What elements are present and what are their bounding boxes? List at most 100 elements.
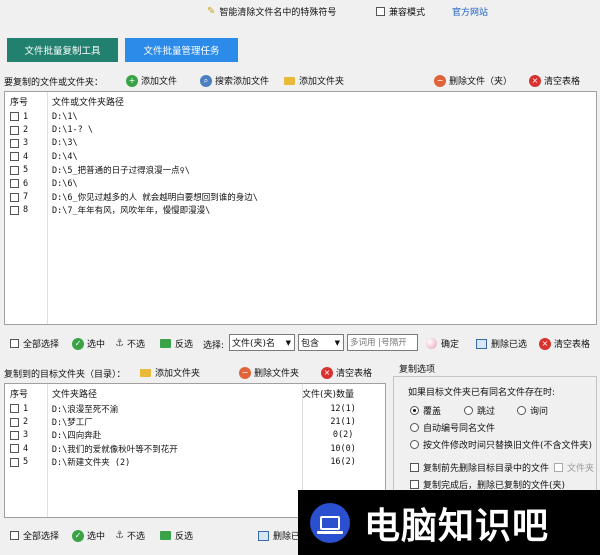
source-table-row[interactable]: 5 D:\5_把普通的日子过得浪漫一点♀\ <box>5 164 596 177</box>
delete-selected-button-2[interactable]: 删除已 <box>258 529 300 542</box>
row-index: 5 <box>23 457 29 468</box>
conflict-question: 如果目标文件夹已有同名文件存在时: <box>408 388 556 398</box>
invert-button[interactable]: 反选 <box>160 337 193 350</box>
target-table-row[interactable]: 2 D:\梦工厂 21(1) <box>5 415 385 428</box>
select-button[interactable]: ✓ 选中 <box>72 337 105 350</box>
clear-table-button-2[interactable]: × 清空表格 <box>539 337 590 350</box>
confirm-button[interactable]: 确定 <box>426 337 459 350</box>
row-path: D:\1\ <box>52 111 78 122</box>
row-index: 2 <box>23 417 29 428</box>
select-all-checkbox-2[interactable]: 全部选择 <box>10 529 59 542</box>
official-site-link[interactable]: 官方网站 <box>444 4 496 18</box>
checkbox-icon[interactable] <box>10 138 19 148</box>
anchor-icon: ⚓ <box>115 530 124 541</box>
ask-radio[interactable]: 询问 <box>517 404 548 417</box>
row-path: D:\浪漫至死不渝 <box>51 404 119 415</box>
select-button-2[interactable]: ✓ 选中 <box>72 529 105 542</box>
clear-table-button[interactable]: × 清空表格 <box>529 74 580 87</box>
source-table-row[interactable]: 3 D:\3\ <box>5 137 596 150</box>
folder-icon <box>140 368 151 377</box>
deselect-button-2[interactable]: ⚓ 不选 <box>115 529 145 542</box>
checkbox-icon[interactable] <box>10 165 19 175</box>
checkbox-icon[interactable] <box>10 112 19 122</box>
source-title: 要复制的文件或文件夹： <box>4 78 104 88</box>
invert-icon <box>160 339 171 348</box>
row-index: 3 <box>23 430 29 441</box>
row-index: 4 <box>23 443 29 454</box>
checkbox-icon[interactable] <box>10 430 19 440</box>
tab-copy-tool[interactable]: 文件批量复制工具 <box>7 38 118 62</box>
match-select[interactable]: 包含 ▼ <box>298 334 344 351</box>
plus-icon: + <box>126 74 138 87</box>
clear-target-button[interactable]: × 清空表格 <box>321 366 372 379</box>
source-table-row[interactable]: 4 D:\4\ <box>5 150 596 163</box>
checkbox-icon[interactable] <box>10 444 19 454</box>
row-path: D:\四向奔赴 <box>51 431 102 442</box>
chevron-down-icon: ▼ <box>285 338 291 347</box>
checkbox-icon[interactable] <box>10 125 19 135</box>
deselect-button[interactable]: ⚓ 不选 <box>115 337 145 350</box>
target-rows: 1 D:\浪漫至死不渝 12(1) 2 D:\梦工厂 21(1) 3 D:\四向奔赴 0(2) 4… <box>5 402 385 469</box>
anchor-icon: ⚓ <box>115 338 124 349</box>
source-table-row[interactable]: 1 D:\1\ <box>5 110 596 123</box>
radio-icon <box>410 423 419 432</box>
row-path: D:\4\ <box>52 151 78 162</box>
compat-mode-checkbox[interactable]: 兼容模式 <box>376 4 425 18</box>
auto-rename-radio[interactable]: 自动编号同名文件 <box>410 421 495 434</box>
column-divider <box>47 384 48 517</box>
overwrite-radio[interactable]: 覆盖 <box>410 404 441 417</box>
laptop-logo-icon <box>310 502 350 543</box>
row-path: D:\5_把普通的日子过得浪漫一点♀\ <box>52 166 190 177</box>
table-delete-icon <box>258 530 269 541</box>
source-table-row[interactable]: 7 D:\6_你见过越多的人 就会越明白要想回到谁的身边\ <box>5 190 596 203</box>
source-table-row[interactable]: 8 D:\7_年年有风，风吹年年，慢慢即漫漫\ <box>5 204 596 217</box>
invert-button-2[interactable]: 反选 <box>160 529 193 542</box>
target-table-row[interactable]: 1 D:\浪漫至死不渝 12(1) <box>5 402 385 415</box>
add-target-folder-button[interactable]: 添加文件夹 <box>140 366 200 379</box>
by-time-radio[interactable]: 按文件修改时间只替换旧文件(不含文件夹) <box>410 438 592 451</box>
source-rows: 1 D:\1\ 2 D:\1-? \ 3 D:\3\ 4 D:\4\ 5 D:\5_把普通的日子过… <box>5 110 596 217</box>
delete-file-button[interactable]: − 删除文件（夹） <box>434 74 512 87</box>
checkbox-icon[interactable] <box>10 457 19 467</box>
check-circle-icon: ✓ <box>72 529 84 542</box>
chevron-down-icon: ▼ <box>334 338 340 347</box>
checkbox-icon[interactable] <box>10 179 19 189</box>
add-file-button[interactable]: + 添加文件 <box>126 74 177 87</box>
minus-icon: − <box>434 74 446 87</box>
add-folder-button[interactable]: 添加文件夹 <box>284 74 344 87</box>
row-path: D:\我们的爱就像秋叶等不到花开 <box>51 444 178 455</box>
row-path: D:\6_你见过越多的人 就会越明白要想回到谁的身边\ <box>52 193 258 204</box>
checkbox-icon[interactable] <box>10 152 19 162</box>
row-index: 2 <box>23 125 29 136</box>
table-delete-icon <box>476 338 487 349</box>
delete-selected-button[interactable]: 删除已选 <box>476 337 527 350</box>
checkbox-icon[interactable] <box>10 404 19 414</box>
checkbox-icon[interactable] <box>10 205 19 215</box>
row-path: D:\1-? \ <box>52 125 93 136</box>
checkbox-icon[interactable] <box>10 417 19 427</box>
row-path: D:\6\ <box>52 178 78 189</box>
keyword-input[interactable] <box>347 334 418 351</box>
copy-options-title: 复制选项 <box>397 362 438 375</box>
source-table-row[interactable]: 2 D:\1-? \ <box>5 123 596 136</box>
source-table-header: 序号 文件或文件夹路径 <box>10 97 125 108</box>
skip-radio[interactable]: 跳过 <box>464 404 495 417</box>
target-table-row[interactable]: 5 D:\新建文件夹 (2) 16(2) <box>5 456 385 469</box>
target-table-row[interactable]: 3 D:\四向奔赴 0(2) <box>5 429 385 442</box>
radio-icon <box>517 406 526 415</box>
clean-filename-link[interactable]: ✎ 智能清除文件名中的特殊符号 <box>207 4 336 18</box>
row-count: 0(2) <box>332 430 354 441</box>
checkbox-icon[interactable] <box>10 192 19 202</box>
minus-icon: − <box>239 366 251 379</box>
search-add-file-button[interactable]: ⌕ 搜索添加文件 <box>200 74 269 87</box>
source-table[interactable]: 序号 文件或文件夹路径 1 D:\1\ 2 D:\1-? \ 3 D:\3\ 4 D:\4\ 5… <box>4 91 597 325</box>
close-icon: × <box>321 366 333 379</box>
select-all-checkbox[interactable]: 全部选择 <box>10 337 59 350</box>
target-table-row[interactable]: 4 D:\我们的爱就像秋叶等不到花开 10(0) <box>5 442 385 455</box>
field-select[interactable]: 文件(夹)名 ▼ <box>229 334 295 351</box>
pre-delete-checkbox[interactable]: 复制前先删除目标目录中的文件 <box>410 461 549 474</box>
delete-target-folder-button[interactable]: − 删除文件夹 <box>239 366 299 379</box>
source-table-row[interactable]: 6 D:\6\ <box>5 177 596 190</box>
folder-checkbox[interactable]: 文件夹 <box>554 461 594 474</box>
tab-manage-task[interactable]: 文件批量管理任务 <box>125 38 238 62</box>
